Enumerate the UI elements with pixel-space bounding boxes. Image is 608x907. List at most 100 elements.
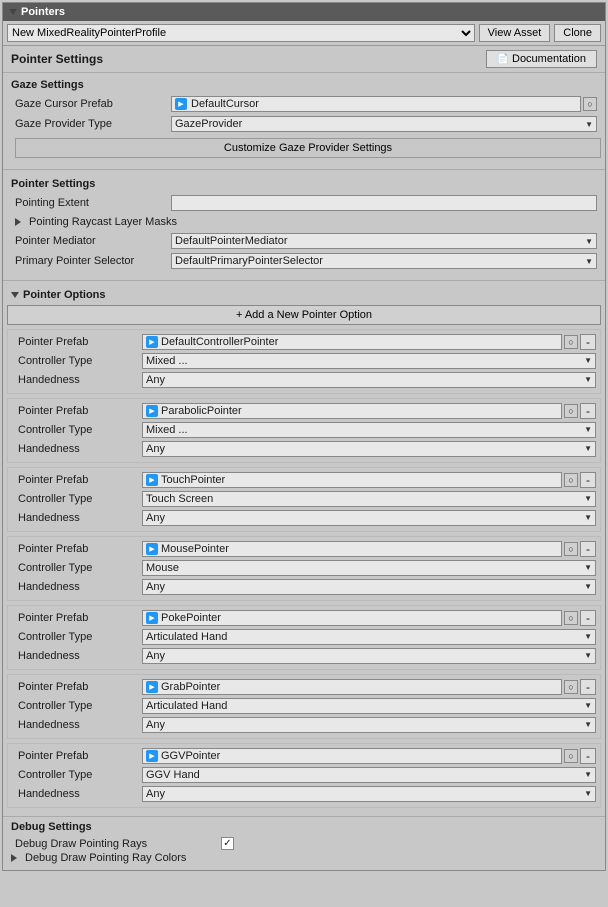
pointer-options-title: Pointer Options: [23, 289, 106, 301]
group2-controller-select[interactable]: Touch Screen ▼: [142, 491, 596, 507]
group3-picker-btn[interactable]: ○: [564, 542, 578, 556]
group3-prefab-row: Pointer Prefab ▶ MousePointer ○ -: [12, 540, 596, 557]
divider-2: [3, 280, 605, 281]
raycast-expand-icon[interactable]: [15, 218, 21, 226]
pointing-extent-input[interactable]: 10: [171, 195, 597, 211]
gaze-settings-section: Gaze Settings Gaze Cursor Prefab ▶ Defau…: [3, 73, 605, 167]
group2-handedness-row: Handedness Any ▼: [12, 509, 596, 526]
group3-controller-select[interactable]: Mouse ▼: [142, 560, 596, 576]
group2-prefab-value: ▶ TouchPointer ○ -: [142, 472, 596, 488]
group6-handedness-select[interactable]: Any ▼: [142, 786, 596, 802]
g0-unity-icon: ▶: [146, 336, 158, 348]
group1-remove-btn[interactable]: -: [580, 403, 596, 419]
group4-handedness-select[interactable]: Any ▼: [142, 648, 596, 664]
primary-selector-select[interactable]: DefaultPrimaryPointerSelector ▼: [171, 253, 597, 269]
mediator-arrow: ▼: [585, 237, 593, 246]
g2-ctrl-arrow: ▼: [584, 494, 592, 503]
group5-handedness-select[interactable]: Any ▼: [142, 717, 596, 733]
group4-handedness-value: Any ▼: [142, 648, 596, 664]
group1-prefab-input[interactable]: ▶ ParabolicPointer: [142, 403, 562, 419]
add-pointer-button[interactable]: + Add a New Pointer Option: [7, 305, 601, 325]
raycast-label: Pointing Raycast Layer Masks: [25, 216, 177, 228]
group2-picker-btn[interactable]: ○: [564, 473, 578, 487]
group6-controller-select[interactable]: GGV Hand ▼: [142, 767, 596, 783]
debug-colors-expand-icon[interactable]: [11, 854, 17, 862]
pointer-group-5: Pointer Prefab ▶ GrabPointer ○ - Control…: [7, 674, 601, 739]
group5-picker-btn[interactable]: ○: [564, 680, 578, 694]
g3-unity-icon: ▶: [146, 543, 158, 555]
group6-controller-value: GGV Hand ▼: [142, 767, 596, 783]
g2-unity-icon: ▶: [146, 474, 158, 486]
group5-controller-select[interactable]: Articulated Hand ▼: [142, 698, 596, 714]
pointer-settings-title: Pointer Settings: [11, 52, 103, 66]
group3-prefab-value: ▶ MousePointer ○ -: [142, 541, 596, 557]
group0-handedness-value: Any ▼: [142, 372, 596, 388]
documentation-button[interactable]: 📄 Documentation: [486, 50, 597, 68]
group1-handedness-select[interactable]: Any ▼: [142, 441, 596, 457]
view-asset-button[interactable]: View Asset: [479, 24, 551, 42]
group4-controller-select[interactable]: Articulated Hand ▼: [142, 629, 596, 645]
group3-prefab-label: Pointer Prefab: [12, 543, 142, 555]
group0-handedness-label: Handedness: [12, 374, 142, 386]
gaze-cursor-row: Gaze Cursor Prefab ▶ DefaultCursor ○: [11, 95, 597, 113]
group2-handedness-select[interactable]: Any ▼: [142, 510, 596, 526]
group6-picker-btn[interactable]: ○: [564, 749, 578, 763]
debug-rays-checkbox[interactable]: [221, 837, 234, 850]
group5-prefab-input[interactable]: ▶ GrabPointer: [142, 679, 562, 695]
g1-unity-icon: ▶: [146, 405, 158, 417]
group4-picker-btn[interactable]: ○: [564, 611, 578, 625]
group1-prefab-label: Pointer Prefab: [12, 405, 142, 417]
pointer-group-3: Pointer Prefab ▶ MousePointer ○ - Contro…: [7, 536, 601, 601]
group0-controller-select[interactable]: Mixed ... ▼: [142, 353, 596, 369]
group5-controller-label: Controller Type: [12, 700, 142, 712]
gaze-provider-value: GazeProvider ▼: [171, 116, 597, 132]
group4-prefab-input[interactable]: ▶ PokePointer: [142, 610, 562, 626]
group5-prefab-row: Pointer Prefab ▶ GrabPointer ○ -: [12, 678, 596, 695]
cursor-unity-icon: ▶: [175, 98, 187, 110]
group0-picker-btn[interactable]: ○: [564, 335, 578, 349]
collapse-icon[interactable]: [9, 9, 17, 15]
group4-remove-btn[interactable]: -: [580, 610, 596, 626]
clone-button[interactable]: Clone: [554, 24, 601, 42]
group4-handedness-row: Handedness Any ▼: [12, 647, 596, 664]
mediator-row: Pointer Mediator DefaultPointerMediator …: [11, 232, 597, 250]
group1-handedness-row: Handedness Any ▼: [12, 440, 596, 457]
group3-handedness-select[interactable]: Any ▼: [142, 579, 596, 595]
group0-handedness-select[interactable]: Any ▼: [142, 372, 596, 388]
g2-hand-arrow: ▼: [584, 513, 592, 522]
group5-controller-row: Controller Type Articulated Hand ▼: [12, 697, 596, 714]
gaze-cursor-value: ▶ DefaultCursor ○: [171, 96, 597, 112]
g4-ctrl-arrow: ▼: [584, 632, 592, 641]
group2-remove-btn[interactable]: -: [580, 472, 596, 488]
group1-controller-value: Mixed ... ▼: [142, 422, 596, 438]
customize-gaze-button[interactable]: Customize Gaze Provider Settings: [15, 138, 601, 158]
group4-controller-label: Controller Type: [12, 631, 142, 643]
group4-controller-row: Controller Type Articulated Hand ▼: [12, 628, 596, 645]
group1-controller-label: Controller Type: [12, 424, 142, 436]
group1-handedness-value: Any ▼: [142, 441, 596, 457]
g0-hand-arrow: ▼: [584, 375, 592, 384]
group6-remove-btn[interactable]: -: [580, 748, 596, 764]
group3-handedness-row: Handedness Any ▼: [12, 578, 596, 595]
group0-prefab-input[interactable]: ▶ DefaultControllerPointer: [142, 334, 562, 350]
provider-arrow: ▼: [585, 120, 593, 129]
group1-controller-select[interactable]: Mixed ... ▼: [142, 422, 596, 438]
pointing-extent-row: Pointing Extent 10: [11, 194, 597, 212]
group2-prefab-input[interactable]: ▶ TouchPointer: [142, 472, 562, 488]
profile-select[interactable]: New MixedRealityPointerProfile: [7, 24, 475, 42]
group5-remove-btn[interactable]: -: [580, 679, 596, 695]
group6-prefab-input[interactable]: ▶ GGVPointer: [142, 748, 562, 764]
group3-controller-row: Controller Type Mouse ▼: [12, 559, 596, 576]
gaze-cursor-input[interactable]: ▶ DefaultCursor: [171, 96, 581, 112]
group3-remove-btn[interactable]: -: [580, 541, 596, 557]
g5-unity-icon: ▶: [146, 681, 158, 693]
group0-remove-btn[interactable]: -: [580, 334, 596, 350]
cursor-picker-button[interactable]: ○: [583, 97, 597, 111]
group3-prefab-input[interactable]: ▶ MousePointer: [142, 541, 562, 557]
pointer-options-expand-icon[interactable]: [11, 292, 19, 298]
gaze-provider-select[interactable]: GazeProvider ▼: [171, 116, 597, 132]
group1-picker-btn[interactable]: ○: [564, 404, 578, 418]
g1-hand-arrow: ▼: [584, 444, 592, 453]
pointing-extent-label: Pointing Extent: [11, 197, 171, 209]
mediator-select[interactable]: DefaultPointerMediator ▼: [171, 233, 597, 249]
